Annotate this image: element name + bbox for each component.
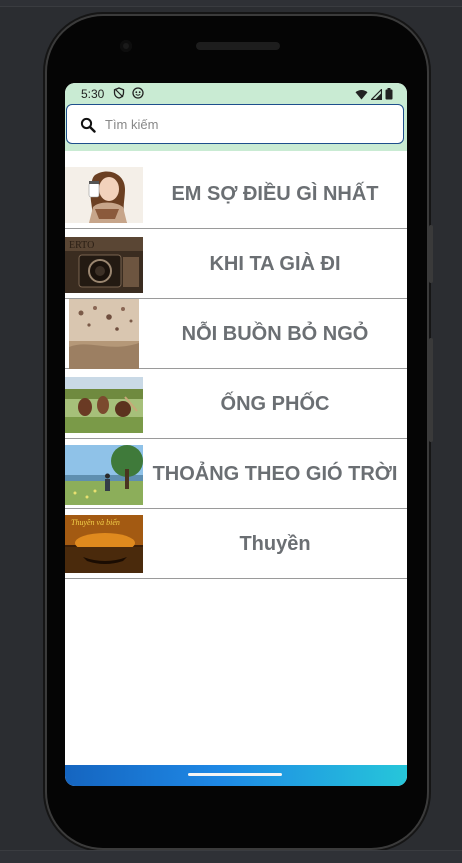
search-input[interactable] (105, 115, 385, 133)
song-title: THOẢNG THEO GIÓ TRỜI (152, 462, 398, 485)
song-list: EM SỢ ĐIỀU GÌ NHẤT ERTO KHI TA GIÀ ĐI NỖ… (65, 159, 407, 579)
search-bar[interactable] (66, 104, 404, 144)
status-bar: 5:30 (65, 83, 407, 151)
ide-bottom-strip (0, 850, 462, 863)
song-title: KHI TA GIÀ ĐI (209, 252, 341, 275)
ide-top-strip (0, 0, 462, 7)
list-item[interactable]: ỐNG PHỐC (65, 369, 407, 439)
hot-air-balloons-image (69, 299, 139, 369)
boat-sunset-image: Thuyền và biển (65, 515, 143, 573)
status-icons (355, 87, 393, 105)
song-title: ỐNG PHỐC (220, 392, 330, 415)
list-item[interactable]: Thuyền và biển Thuyền (65, 509, 407, 579)
volume-button (429, 338, 433, 442)
battery-icon (385, 87, 393, 105)
girl-with-cup-image (65, 167, 143, 223)
signal-icon (370, 87, 383, 105)
wifi-icon (355, 87, 368, 105)
list-item[interactable]: EM SỢ ĐIỀU GÌ NHẤT (65, 159, 407, 229)
list-item[interactable]: THOẢNG THEO GIÓ TRỜI (65, 439, 407, 509)
earpiece-speaker (196, 42, 280, 50)
svg-text:ERTO: ERTO (69, 240, 94, 251)
search-icon (80, 117, 96, 133)
vpn-icon (113, 87, 125, 103)
person-under-tree-image (65, 445, 143, 505)
song-title: NỖI BUỒN BỎ NGỎ (181, 322, 369, 345)
children-in-field-image (65, 377, 143, 433)
home-gesture-handle[interactable] (188, 773, 282, 776)
song-title: Thuyền (239, 532, 311, 555)
app-screen: 5:30 Tìm kiếm EM SỢ ĐIỀU GÌ NHẤT ERTO KH… (65, 83, 407, 786)
song-title: EM SỢ ĐIỀU GÌ NHẤT (171, 182, 379, 205)
status-time: 5:30 (81, 87, 105, 101)
list-item[interactable]: NỖI BUỒN BỎ NGỎ (65, 299, 407, 369)
front-camera (120, 40, 132, 52)
list-item[interactable]: ERTO KHI TA GIÀ ĐI (65, 229, 407, 299)
navigation-bar (65, 765, 407, 786)
svg-text:Thuyền và biển: Thuyền và biển (71, 518, 120, 527)
assistant-icon (132, 87, 144, 103)
vintage-camera-image: ERTO (65, 237, 143, 293)
power-button (429, 225, 433, 283)
